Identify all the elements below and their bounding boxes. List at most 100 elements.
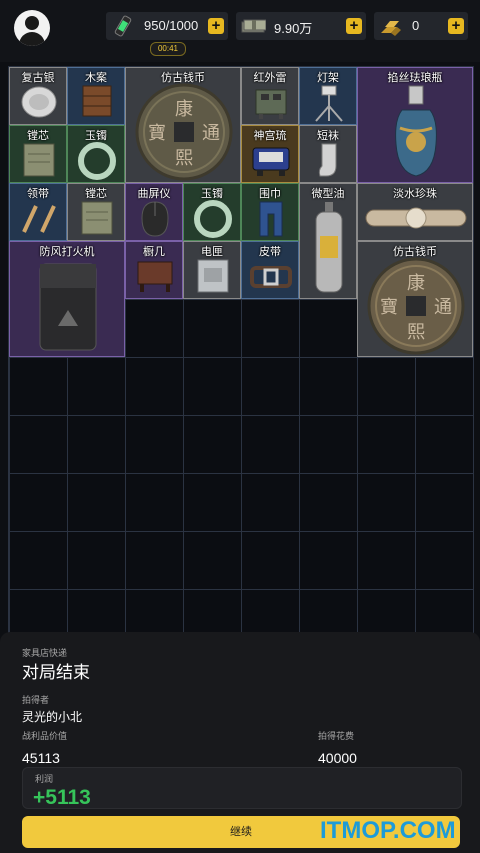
item-label: 电匣	[201, 246, 223, 258]
match-timer: 00:41	[150, 42, 186, 56]
core-icon	[81, 201, 113, 235]
item-freshwater-pearl[interactable]: 淡水珍珠	[357, 183, 473, 241]
item-label: 木案	[85, 72, 107, 84]
item-jade-bracelet-2[interactable]: 玉镯	[183, 183, 241, 241]
watermark: ITMOP.COM	[320, 817, 456, 844]
item-cloisonne-vase[interactable]: 掐丝珐琅瓶	[357, 67, 473, 183]
item-label: 复古银	[21, 72, 55, 84]
syringe-icon	[114, 15, 132, 37]
lighter-icon	[39, 263, 97, 351]
cash-value: 9.90万	[274, 21, 313, 36]
coin-icon: 康 通 寶 熙	[367, 257, 465, 355]
profit-box: 利润 +5113	[22, 767, 462, 809]
item-jade-bracelet-1[interactable]: 玉镯	[67, 125, 125, 183]
gold-resource: 0 +	[374, 12, 468, 40]
svg-text:寶: 寶	[148, 123, 166, 144]
item-windproof-lighter[interactable]: 防风打火机	[9, 241, 125, 357]
profit-label: 利润	[35, 774, 54, 784]
svg-text:康: 康	[175, 99, 193, 120]
svg-text:通: 通	[434, 297, 452, 318]
loot-value-label: 战利品价值	[22, 731, 68, 741]
item-label: 镗芯	[27, 130, 49, 142]
item-label: 仿古钱币	[161, 72, 205, 84]
item-scarf[interactable]: 围巾	[241, 183, 299, 241]
stand-icon	[137, 261, 173, 292]
cash-stack-icon	[241, 19, 266, 33]
add-gold-button[interactable]: +	[448, 18, 464, 34]
item-label: 玉镯	[201, 188, 223, 200]
belt-icon	[250, 266, 292, 288]
item-label: 掐丝珐琅瓶	[387, 72, 443, 84]
spend-value: 40000	[318, 750, 357, 766]
item-belt[interactable]: 皮带	[241, 241, 299, 299]
item-label: 神宫琉	[253, 130, 287, 142]
cabinet-icon	[82, 85, 112, 117]
item-curved-display[interactable]: 曲屏仪	[125, 183, 183, 241]
item-label: 灯架	[317, 72, 339, 84]
svg-text:熙: 熙	[407, 322, 425, 343]
item-label: 围巾	[259, 188, 281, 200]
item-short-socks[interactable]: 短袜	[299, 125, 357, 183]
silver-cup-icon	[21, 86, 57, 118]
mine-icon	[255, 89, 287, 119]
item-core-2[interactable]: 镗芯	[67, 183, 125, 241]
device-icon	[252, 147, 290, 176]
gas-tank-icon	[315, 202, 343, 293]
item-cabinet-stand[interactable]: 橱几	[125, 241, 183, 299]
coin-icon: 康 通 寶 熙	[135, 83, 233, 181]
top-bar: 950/1000 + 9.90万 + 0 + 00:41	[0, 0, 480, 62]
gold-value: 0	[412, 18, 420, 33]
item-label: 领带	[27, 188, 49, 200]
bracelet-icon	[78, 142, 116, 180]
picker-value: 灵光的小北	[22, 710, 83, 724]
add-stamina-button[interactable]: +	[208, 18, 224, 34]
stamina-value: 950/1000	[144, 18, 199, 33]
svg-text:通: 通	[202, 123, 220, 144]
item-label: 防风打火机	[39, 246, 95, 258]
sock-icon	[318, 143, 337, 177]
item-label: 微型油	[311, 188, 345, 200]
item-lamp-stand[interactable]: 灯架	[299, 67, 357, 125]
item-silver-cup[interactable]: 复古银	[9, 67, 67, 125]
item-antique-coin-2[interactable]: 康 通 寶 熙 仿古钱币	[357, 241, 473, 357]
pearl-icon	[365, 207, 467, 229]
item-core-1[interactable]: 镗芯	[9, 125, 67, 183]
tripod-icon	[315, 85, 343, 122]
loot-value: 45113	[22, 750, 60, 766]
bracelet-icon	[194, 200, 232, 238]
inventory-grid: 复古银 木案 康 通 寶 熙 仿古钱币 红外雷 灯架 掐丝珐琅瓶 镗芯 玉镯 神…	[8, 66, 474, 648]
item-label: 短袜	[317, 130, 339, 142]
item-label: 红外雷	[253, 72, 287, 84]
item-mini-oil-tank[interactable]: 微型油	[299, 183, 357, 299]
picker-label: 拍得者	[22, 695, 50, 705]
profit-value: +5113	[33, 786, 91, 809]
svg-text:寶: 寶	[380, 297, 398, 318]
item-electric-box[interactable]: 电匣	[183, 241, 241, 299]
svg-text:康: 康	[407, 273, 425, 294]
item-tie[interactable]: 领带	[9, 183, 67, 241]
mouse-icon	[141, 201, 169, 237]
item-infrared-mine[interactable]: 红外雷	[241, 67, 299, 125]
svg-text:熙: 熙	[175, 148, 193, 169]
item-shrine-relic[interactable]: 神宫琉	[241, 125, 299, 183]
item-label: 镗芯	[85, 188, 107, 200]
core-icon	[23, 143, 55, 177]
item-label: 淡水珍珠	[393, 188, 437, 200]
safe-box-icon	[197, 259, 229, 293]
item-wooden-cabinet[interactable]: 木案	[67, 67, 125, 125]
item-label: 仿古钱币	[393, 246, 437, 258]
cash-resource: 9.90万 +	[236, 12, 366, 40]
item-label: 曲屏仪	[137, 188, 171, 200]
tie-icon	[22, 205, 56, 233]
item-label: 皮带	[259, 246, 281, 258]
vase-icon	[395, 85, 437, 177]
add-cash-button[interactable]: +	[346, 18, 362, 34]
item-antique-coin[interactable]: 康 通 寶 熙 仿古钱币	[125, 67, 241, 183]
gold-bars-icon	[381, 21, 401, 36]
spend-label: 拍得花费	[318, 731, 355, 741]
panel-title: 对局结束	[22, 663, 90, 682]
avatar[interactable]	[14, 10, 50, 46]
item-label: 玉镯	[85, 130, 107, 142]
stamina-resource: 950/1000 +	[106, 12, 228, 40]
scarf-icon	[259, 201, 283, 237]
